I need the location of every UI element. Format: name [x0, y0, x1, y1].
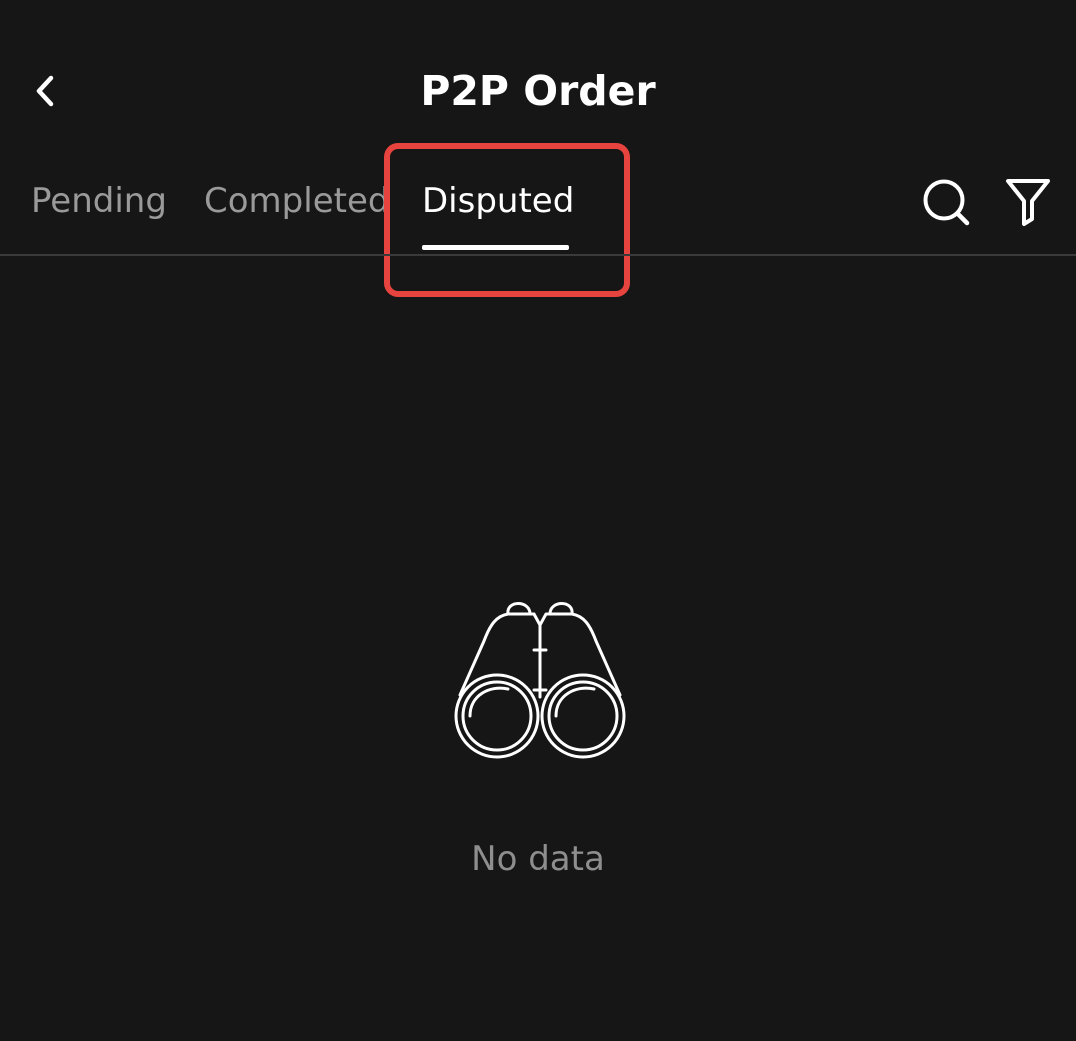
- tab-bar: Pending Completed Disputed: [0, 170, 880, 240]
- empty-state-message: No data: [471, 839, 605, 879]
- filter-button[interactable]: [1000, 174, 1056, 230]
- search-icon: [923, 179, 970, 226]
- active-tab-indicator: [422, 245, 569, 250]
- binoculars-icon: [454, 602, 626, 759]
- tab-disputed[interactable]: Disputed: [422, 176, 574, 226]
- page-title: P2P Order: [420, 67, 656, 115]
- filter-icon: [1006, 179, 1050, 226]
- search-button[interactable]: [918, 174, 974, 230]
- tab-pending[interactable]: Pending: [31, 176, 167, 226]
- tab-completed[interactable]: Completed: [204, 176, 389, 226]
- tab-divider: [0, 254, 1076, 256]
